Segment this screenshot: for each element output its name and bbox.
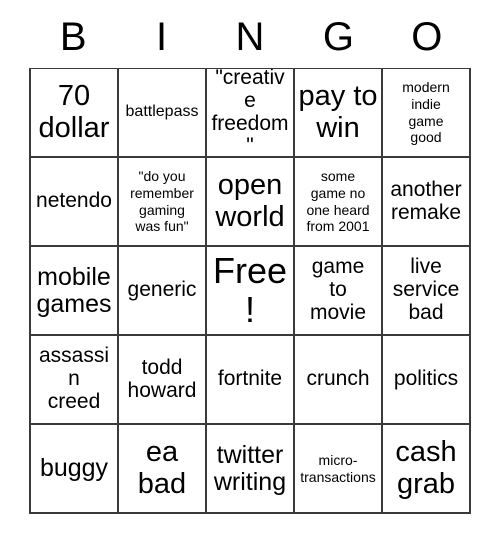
- bingo-cell-label: "do you remember gaming was fun": [130, 167, 194, 235]
- bingo-header-letter-i: I: [156, 15, 168, 59]
- bingo-cell-label: todd howard: [127, 355, 197, 402]
- bingo-cell-r5c5[interactable]: cash grab: [383, 425, 471, 514]
- bingo-cell-r2c4[interactable]: some game no one heard from 2001: [295, 158, 383, 247]
- bingo-cell-label: cash grab: [395, 436, 457, 500]
- bingo-cell-r4c1[interactable]: assassin creed: [31, 336, 119, 425]
- bingo-cell-label: open world: [215, 169, 285, 233]
- bingo-cell-r3c2[interactable]: generic: [119, 247, 207, 336]
- bingo-cell-r2c1[interactable]: netendo: [31, 158, 119, 247]
- bingo-cell-label: buggy: [39, 454, 109, 482]
- bingo-cell-label: Free!: [212, 249, 288, 330]
- bingo-cell-label: politics: [393, 367, 459, 391]
- bingo-cell-label: ea bad: [137, 436, 187, 500]
- bingo-header-letter-g: G: [322, 15, 354, 59]
- bingo-header-row: B I N G O: [29, 0, 471, 68]
- bingo-cell-r1c2[interactable]: battlepass: [119, 69, 207, 158]
- bingo-header-letter-b: B: [59, 15, 87, 59]
- bingo-cell-label: "creative freedom": [211, 69, 289, 158]
- bingo-card: B I N G O 70 dollar battlepass "creative…: [29, 0, 471, 514]
- bingo-cell-r3c1[interactable]: mobile games: [31, 247, 119, 336]
- bingo-cell-label: live service bad: [392, 255, 460, 324]
- bingo-cell-label: micro- transactions: [300, 451, 376, 485]
- bingo-cell-r5c2[interactable]: ea bad: [119, 425, 207, 514]
- bingo-cell-label: another remake: [390, 177, 462, 224]
- bingo-cell-r4c3[interactable]: fortnite: [207, 336, 295, 425]
- bingo-grid: 70 dollar battlepass "creative freedom" …: [29, 68, 471, 514]
- bingo-cell-label: twitter writing: [213, 440, 287, 496]
- bingo-cell-r5c4[interactable]: micro- transactions: [295, 425, 383, 514]
- bingo-cell-label: pay to win: [298, 80, 378, 144]
- bingo-cell-r3c4[interactable]: game to movie: [295, 247, 383, 336]
- bingo-cell-r5c3[interactable]: twitter writing: [207, 425, 295, 514]
- bingo-cell-label: fortnite: [217, 367, 283, 391]
- bingo-cell-label: game to movie: [309, 255, 367, 324]
- bingo-cell-r4c5[interactable]: politics: [383, 336, 471, 425]
- bingo-cell-label: mobile games: [36, 262, 112, 318]
- bingo-cell-r5c1[interactable]: buggy: [31, 425, 119, 514]
- bingo-cell-free-space[interactable]: Free!: [207, 247, 295, 336]
- bingo-cell-label: generic: [127, 278, 197, 302]
- bingo-cell-label: netendo: [36, 189, 112, 213]
- bingo-cell-r4c4[interactable]: crunch: [295, 336, 383, 425]
- bingo-cell-label: assassin creed: [38, 344, 110, 413]
- bingo-cell-label: 70 dollar: [38, 80, 110, 144]
- bingo-cell-r2c5[interactable]: another remake: [383, 158, 471, 247]
- bingo-cell-r1c5[interactable]: modern indie game good: [383, 69, 471, 158]
- bingo-cell-r1c3[interactable]: "creative freedom": [207, 69, 295, 158]
- bingo-cell-label: crunch: [306, 367, 370, 391]
- bingo-cell-r3c5[interactable]: live service bad: [383, 247, 471, 336]
- bingo-cell-r4c2[interactable]: todd howard: [119, 336, 207, 425]
- bingo-cell-label: battlepass: [125, 103, 199, 121]
- bingo-header-letter-o: O: [411, 15, 443, 59]
- bingo-cell-label: modern indie game good: [402, 78, 450, 146]
- bingo-cell-label: some game no one heard from 2001: [306, 167, 370, 235]
- bingo-cell-r1c4[interactable]: pay to win: [295, 69, 383, 158]
- bingo-cell-r2c2[interactable]: "do you remember gaming was fun": [119, 158, 207, 247]
- bingo-cell-r1c1[interactable]: 70 dollar: [31, 69, 119, 158]
- bingo-cell-r2c3[interactable]: open world: [207, 158, 295, 247]
- bingo-header-letter-n: N: [235, 15, 265, 59]
